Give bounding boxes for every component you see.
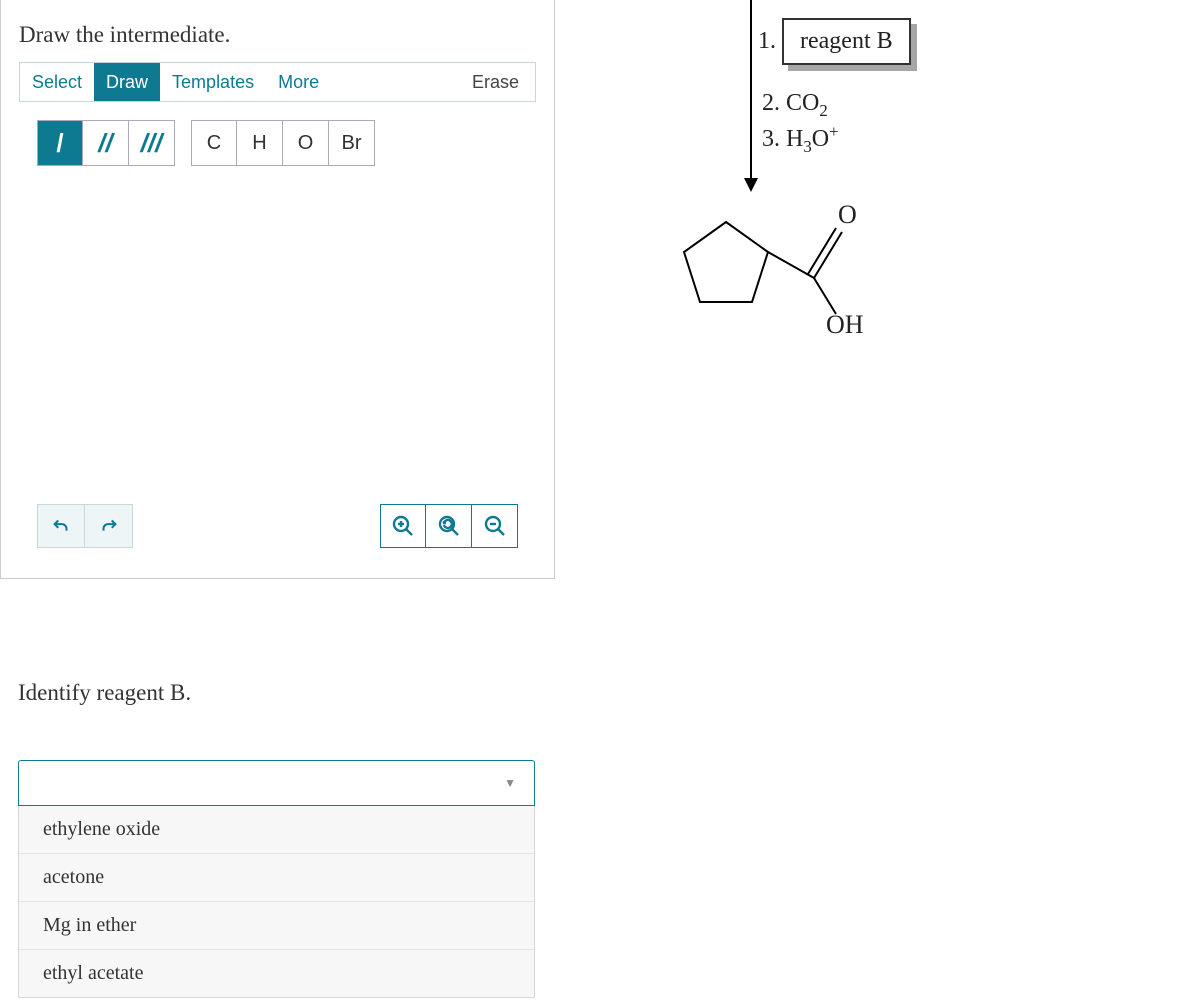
mode-select[interactable]: Select xyxy=(20,63,94,101)
element-O[interactable]: O xyxy=(283,120,329,166)
reagent-b-select[interactable]: ▼ xyxy=(18,760,535,806)
reagent-b-dropdown: ▼ ethylene oxide acetone Mg in ether eth… xyxy=(18,760,535,998)
reaction-scheme: 1. reagent B 2. CO2 3. H3O+ O OH xyxy=(650,0,970,350)
zoom-out-icon xyxy=(483,514,507,538)
zoom-in-icon xyxy=(391,514,415,538)
mode-more[interactable]: More xyxy=(266,63,331,101)
zoom-in-button[interactable] xyxy=(380,504,426,548)
redo-icon xyxy=(98,515,120,537)
reaction-arrow-head xyxy=(744,178,758,192)
history-group xyxy=(37,504,133,548)
erase-button[interactable]: Erase xyxy=(456,63,535,101)
editor-prompt: Draw the intermediate. xyxy=(1,0,554,62)
element-C[interactable]: C xyxy=(191,120,237,166)
dropdown-options: ethylene oxide acetone Mg in ether ethyl… xyxy=(18,806,535,998)
dropdown-caret-icon: ▼ xyxy=(504,776,516,791)
step-3-label: 3. H3O+ xyxy=(762,122,839,157)
mode-draw[interactable]: Draw xyxy=(94,63,160,101)
tool-row: / // /// C H O Br xyxy=(1,102,554,166)
mode-templates[interactable]: Templates xyxy=(160,63,266,101)
zoom-group xyxy=(380,504,518,548)
step-1-number: 1. xyxy=(758,28,776,55)
reagent-b-box: reagent B xyxy=(782,18,911,65)
option-ethyl-acetate[interactable]: ethyl acetate xyxy=(19,950,534,997)
zoom-out-button[interactable] xyxy=(472,504,518,548)
reaction-arrow xyxy=(750,0,752,178)
undo-button[interactable] xyxy=(37,504,85,548)
option-acetone[interactable]: acetone xyxy=(19,854,534,902)
element-H[interactable]: H xyxy=(237,120,283,166)
element-Br[interactable]: Br xyxy=(329,120,375,166)
product-O-label: O xyxy=(838,200,857,230)
undo-icon xyxy=(50,515,72,537)
bond-single[interactable]: / xyxy=(37,120,83,166)
zoom-reset-icon xyxy=(437,514,461,538)
bond-triple[interactable]: /// xyxy=(129,120,175,166)
bond-double[interactable]: // xyxy=(83,120,129,166)
option-ethylene-oxide[interactable]: ethylene oxide xyxy=(19,806,534,854)
zoom-reset-button[interactable] xyxy=(426,504,472,548)
step-2-label: 2. CO2 xyxy=(762,90,828,121)
redo-button[interactable] xyxy=(85,504,133,548)
structure-editor: Draw the intermediate. Select Draw Templ… xyxy=(0,0,555,579)
bond-group: / // /// xyxy=(37,120,175,166)
element-group: C H O Br xyxy=(191,120,375,166)
question-b-prompt: Identify reagent B. xyxy=(18,680,191,706)
mode-toolbar: Select Draw Templates More Erase xyxy=(19,62,536,102)
product-OH-label: OH xyxy=(826,310,864,340)
option-mg-in-ether[interactable]: Mg in ether xyxy=(19,902,534,950)
